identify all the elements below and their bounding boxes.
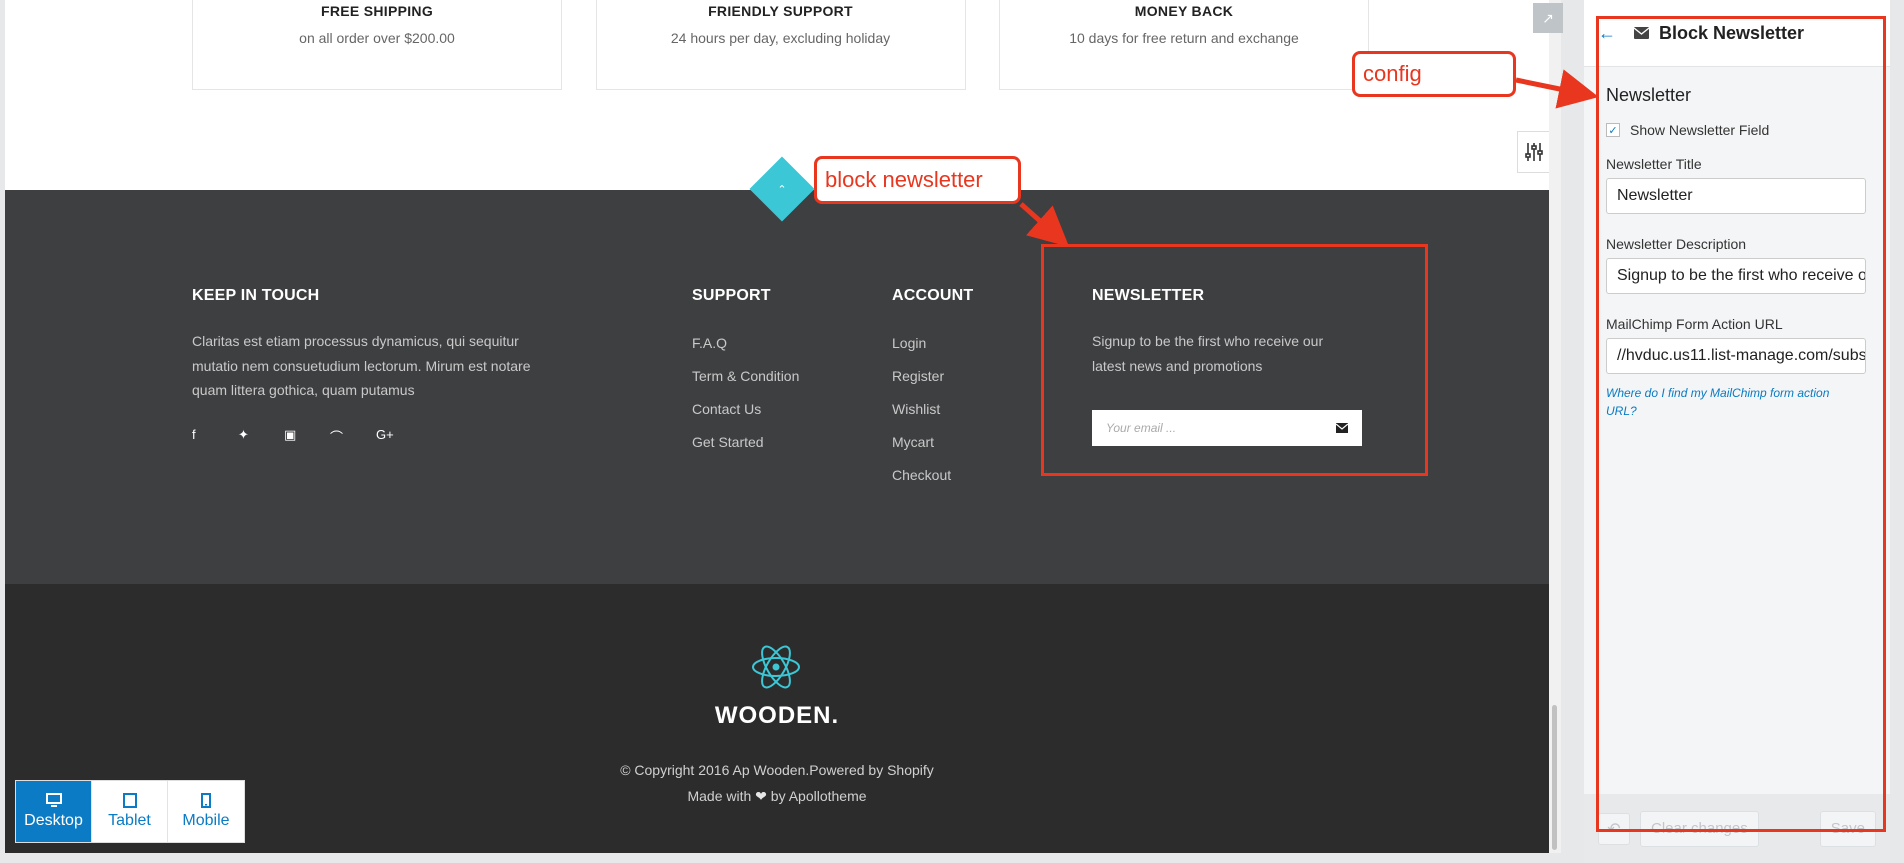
section-heading: Newsletter [1606, 85, 1692, 105]
made-with-prefix: Made with [687, 788, 752, 804]
store-preview: FREE SHIPPING on all order over $200.00 … [5, 0, 1549, 853]
footer-link-mycart[interactable]: Mycart [892, 434, 973, 467]
rss-icon[interactable]: ⌒ [330, 427, 376, 446]
mobile-icon [201, 793, 211, 808]
section-settings-panel: ← Block Newsletter Newsletter ✓ Show New… [1584, 0, 1890, 863]
footer-link-login[interactable]: Login [892, 335, 973, 368]
mailchimp-url-input[interactable]: //hvduc.us11.list-manage.com/subscribe/p… [1606, 338, 1866, 374]
checkbox-label: Show Newsletter Field [1630, 122, 1770, 138]
newsletter-desc-input[interactable]: Signup to be the first who receive our l… [1606, 258, 1866, 294]
callout-block-newsletter: block newsletter [814, 156, 1021, 204]
feature-free-shipping: FREE SHIPPING on all order over $200.00 [192, 0, 562, 90]
expand-preview-button[interactable]: ↗ [1533, 3, 1563, 33]
mailchimp-help-link[interactable]: Where do I find my MailChimp form action… [1606, 384, 1856, 420]
newsletter-title-label: Newsletter Title [1606, 156, 1702, 172]
feature-desc: 24 hours per day, excluding holiday [670, 30, 891, 46]
instagram-icon[interactable]: ▣ [284, 427, 330, 446]
twitter-icon[interactable]: ✦ [238, 427, 284, 446]
keep-in-touch-desc: Claritas est etiam processus dynamicus, … [192, 333, 531, 398]
callout-config: config [1352, 51, 1516, 97]
heart-icon: ❤ [755, 788, 767, 804]
checkmark-icon: ✓ [1608, 124, 1618, 137]
newsletter-desc-label: Newsletter Description [1606, 236, 1747, 252]
newsletter-title-input[interactable]: Newsletter [1606, 178, 1866, 214]
panel-title: Block Newsletter [1659, 22, 1805, 43]
undo-button[interactable]: ↶ [1598, 812, 1630, 845]
device-tablet-button[interactable]: Tablet [92, 781, 168, 842]
feature-desc: 10 days for free return and exchange [1069, 30, 1299, 46]
footer-top: KEEP IN TOUCH Claritas est etiam process… [5, 190, 1549, 584]
feature-title: FREE SHIPPING [320, 3, 434, 19]
scroll-to-top-button[interactable]: ⌃ [749, 156, 815, 222]
sliders-icon [1525, 143, 1543, 161]
mailchimp-url-label: MailChimp Form Action URL [1606, 316, 1783, 332]
expand-icon: ↗ [1542, 9, 1554, 26]
undo-icon: ↶ [1607, 820, 1621, 838]
show-newsletter-checkbox[interactable]: ✓ [1606, 123, 1620, 137]
atom-logo-icon [752, 645, 800, 689]
tablet-icon [122, 793, 137, 808]
support-column: SUPPORT F.A.Q Term & Condition Contact U… [692, 287, 799, 467]
footer-link-register[interactable]: Register [892, 368, 973, 401]
feature-friendly-support: FRIENDLY SUPPORT 24 hours per day, exclu… [595, 0, 966, 90]
scrollbar-thumb[interactable] [1552, 705, 1557, 850]
copyright-text: © Copyright 2016 Ap Wooden.Powered by Sh… [620, 762, 934, 778]
newsletter-block: NEWSLETTER Signup to be the first who re… [1092, 287, 1362, 446]
footer-link-checkout[interactable]: Checkout [892, 467, 973, 500]
panel-header: ← Block Newsletter [1584, 0, 1890, 67]
device-mobile-button[interactable]: Mobile [168, 781, 244, 842]
feature-title: MONEY BACK [1134, 3, 1234, 19]
save-button[interactable]: Save [1819, 810, 1876, 847]
envelope-icon [1634, 27, 1649, 39]
footer-link-get-started[interactable]: Get Started [692, 434, 799, 467]
column-title: KEEP IN TOUCH [192, 287, 320, 304]
column-title: ACCOUNT [892, 287, 974, 304]
chevron-up-icon: ⌃ [777, 183, 787, 196]
panel-body: Newsletter ✓ Show Newsletter Field Newsl… [1584, 67, 1890, 420]
made-with-suffix: by Apollotheme [770, 788, 867, 804]
device-label: Tablet [108, 812, 151, 829]
panel-footer: ↶ Clear changes Save [1584, 794, 1890, 863]
features-row: FREE SHIPPING on all order over $200.00 … [192, 0, 1369, 90]
device-label: Mobile [182, 812, 230, 829]
device-label: Desktop [24, 812, 83, 829]
social-links: f ✦ ▣ ⌒ G+ [192, 427, 562, 446]
feature-desc: on all order over $200.00 [299, 30, 455, 46]
device-desktop-button[interactable]: Desktop [16, 781, 92, 842]
facebook-icon[interactable]: f [192, 427, 238, 446]
newsletter-desc: Signup to be the first who receive our l… [1092, 333, 1324, 374]
clear-changes-button[interactable]: Clear changes [1640, 810, 1759, 847]
back-arrow-icon[interactable]: ← [1598, 23, 1616, 44]
footer-link-terms[interactable]: Term & Condition [692, 368, 799, 401]
column-title: SUPPORT [692, 287, 771, 304]
envelope-icon[interactable] [1336, 423, 1348, 433]
google-plus-icon[interactable]: G+ [376, 427, 422, 446]
footer-link-faq[interactable]: F.A.Q [692, 335, 799, 368]
show-newsletter-field-row[interactable]: ✓ Show Newsletter Field [1606, 122, 1868, 138]
newsletter-email-input[interactable] [1106, 421, 1306, 435]
desktop-icon [45, 793, 62, 807]
feature-title: FRIENDLY SUPPORT [708, 3, 853, 19]
column-title: NEWSLETTER [1092, 287, 1205, 304]
footer-link-contact[interactable]: Contact Us [692, 401, 799, 434]
keep-in-touch-column: KEEP IN TOUCH Claritas est etiam process… [192, 287, 562, 446]
newsletter-form [1092, 410, 1362, 446]
device-switcher: Desktop Tablet Mobile [15, 780, 245, 843]
theme-settings-toggle[interactable] [1517, 131, 1549, 173]
account-column: ACCOUNT Login Register Wishlist Mycart C… [892, 287, 973, 500]
feature-money-back: MONEY BACK 10 days for free return and e… [999, 0, 1369, 90]
footer-link-wishlist[interactable]: Wishlist [892, 401, 973, 434]
logo-text: WOODEN. [714, 702, 840, 729]
preview-scrollbar[interactable] [1549, 0, 1561, 853]
